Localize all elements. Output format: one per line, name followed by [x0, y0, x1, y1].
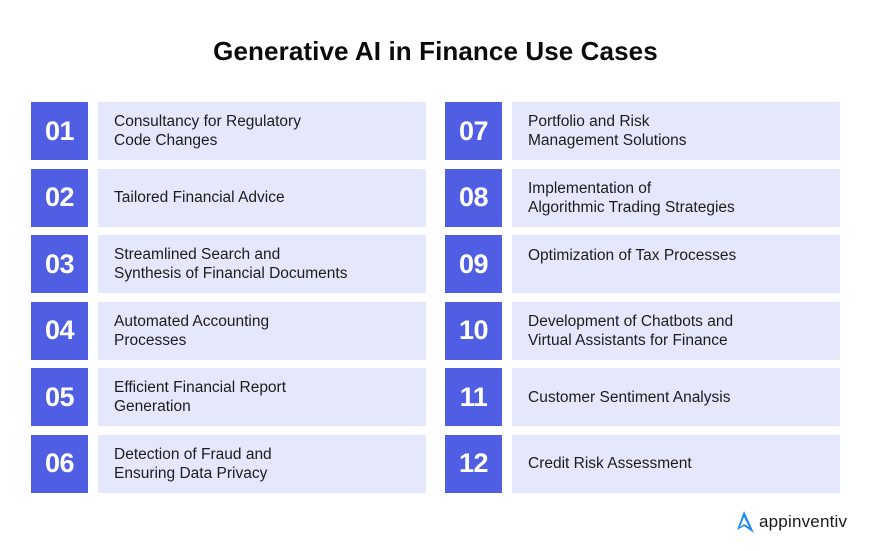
item-number: 08: [445, 168, 502, 227]
item-text-line: Management Solutions: [528, 132, 687, 149]
item-text: Efficient Financial Report Generation: [98, 368, 426, 426]
item-number: 07: [445, 102, 502, 160]
item-text: Automated Accounting Processes: [98, 301, 426, 360]
item-text-line: Development of Chatbots and: [528, 312, 734, 330]
item-text: Detection of Fraud and Ensuring Data Pri…: [98, 434, 426, 493]
item-number: 02: [31, 168, 88, 227]
item-number: 01: [31, 102, 88, 160]
item-text: Tailored Financial Advice: [98, 168, 426, 227]
use-cases-right-column: 07 Portfolio and Risk Management Solutio…: [445, 102, 840, 501]
item-text-line: Efficient Financial Report: [114, 379, 287, 396]
brand-name: appinventiv: [759, 512, 848, 531]
item-text: Credit Risk Assessment: [512, 434, 840, 493]
item-text: Customer Sentiment Analysis: [512, 368, 840, 426]
item-text: Streamlined Search and Synthesis of Fina…: [98, 235, 426, 293]
item-text-line: Virtual Assistants for Finance: [528, 331, 728, 349]
use-case-item: 01 Consultancy for Regulatory Code Chang…: [31, 102, 426, 160]
item-text: Development of Chatbots and Virtual Assi…: [512, 301, 840, 360]
item-text-line: Detection of Fraud and: [114, 445, 272, 463]
use-case-item: 12 Credit Risk Assessment: [445, 434, 840, 493]
use-case-item: 07 Portfolio and Risk Management Solutio…: [445, 102, 840, 160]
page-title: Generative AI in Finance Use Cases: [213, 36, 658, 66]
use-case-item: 10 Development of Chatbots and Virtual A…: [445, 301, 840, 360]
item-text-line: Automated Accounting: [114, 312, 270, 330]
item-text-line: Processes: [114, 331, 187, 349]
item-text-line: Customer Sentiment Analysis: [528, 388, 731, 406]
brand: appinventiv: [733, 510, 847, 534]
use-case-item: 04 Automated Accounting Processes: [31, 301, 426, 360]
use-case-item: 08 Implementation of Algorithmic Trading…: [445, 168, 840, 227]
item-text-line: Ensuring Data Privacy: [114, 464, 268, 482]
item-number: 10: [445, 301, 502, 360]
use-cases-left-column: 01 Consultancy for Regulatory Code Chang…: [31, 102, 426, 501]
item-number: 05: [31, 368, 88, 426]
item-text-line: Generation: [114, 398, 191, 415]
appinventiv-logo-icon: [733, 510, 755, 534]
item-text-line: Optimization of Tax Processes: [528, 247, 737, 264]
item-number: 03: [31, 235, 88, 293]
use-case-item: 05 Efficient Financial Report Generation: [31, 368, 426, 426]
item-text: Optimization of Tax Processes: [512, 235, 840, 293]
use-case-item: 06 Detection of Fraud and Ensuring Data …: [31, 434, 426, 493]
item-text-line: Portfolio and Risk: [528, 113, 650, 130]
item-number: 06: [31, 434, 88, 493]
use-case-item: 03 Streamlined Search and Synthesis of F…: [31, 235, 426, 293]
item-text: Consultancy for Regulatory Code Changes: [98, 102, 426, 160]
item-text: Portfolio and Risk Management Solutions: [512, 102, 840, 160]
use-case-item: 02 Tailored Financial Advice: [31, 168, 426, 227]
item-text-line: Consultancy for Regulatory: [114, 113, 301, 130]
item-number: 11: [445, 368, 502, 426]
item-text-line: Code Changes: [114, 132, 218, 149]
use-case-item: 09 Optimization of Tax Processes: [445, 235, 840, 293]
item-text-line: Tailored Financial Advice: [114, 189, 285, 206]
item-text-line: Streamlined Search and: [114, 246, 281, 263]
item-text: Implementation of Algorithmic Trading St…: [512, 168, 840, 227]
item-number: 12: [445, 434, 502, 493]
item-text-line: Synthesis of Financial Documents: [114, 265, 348, 282]
item-number: 09: [445, 235, 502, 293]
item-number: 04: [31, 301, 88, 360]
use-case-item: 11 Customer Sentiment Analysis: [445, 368, 840, 426]
item-text-line: Credit Risk Assessment: [528, 455, 692, 472]
item-text-line: Implementation of: [528, 179, 652, 197]
item-text-line: Algorithmic Trading Strategies: [528, 198, 735, 216]
